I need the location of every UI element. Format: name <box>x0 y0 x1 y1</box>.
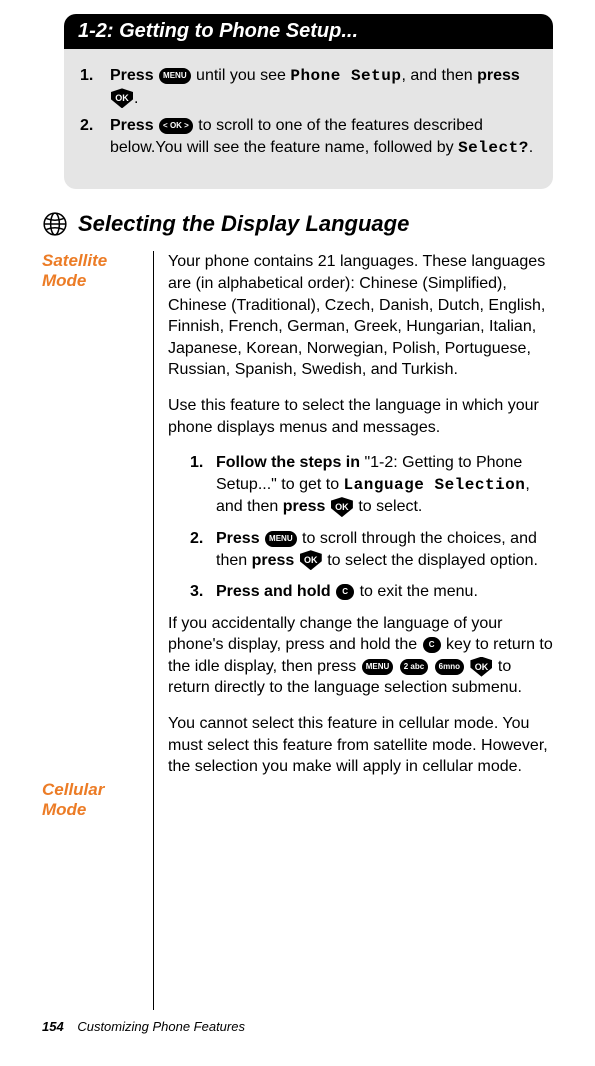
bold-text: Follow the steps in <box>216 454 360 471</box>
ok-icon: OK <box>331 497 353 517</box>
main-column: Your phone contains 21 languages. These … <box>154 251 553 1009</box>
key-2-icon: 2 abc <box>400 659 428 675</box>
text: until you see <box>192 67 291 84</box>
paragraph: Use this feature to select the language … <box>168 395 553 438</box>
section-header: 1-2: Getting to Phone Setup... <box>64 14 553 49</box>
paragraph: You cannot select this feature in cellul… <box>168 713 553 778</box>
text: . <box>529 139 533 156</box>
text: . <box>134 90 138 107</box>
lcd-text: Language Selection <box>344 476 526 494</box>
text: to exit the menu. <box>355 583 478 600</box>
lcd-text: Phone Setup <box>290 67 401 85</box>
text: to select. <box>354 498 422 515</box>
lcd-text: Select? <box>458 139 529 157</box>
press-label: press <box>477 67 520 84</box>
ok-icon: OK <box>111 88 133 108</box>
c-icon: C <box>336 584 354 600</box>
section-heading: Selecting the Display Language <box>42 211 553 237</box>
step-number: 3. <box>190 581 216 603</box>
c-icon: C <box>423 637 441 653</box>
scroll-icon: < OK > <box>159 118 193 134</box>
spacer <box>42 820 147 1010</box>
step-2: 2. Press < OK > to scroll to one of the … <box>80 115 537 159</box>
page-footer: 154 Customizing Phone Features <box>42 1019 245 1034</box>
globe-icon <box>42 211 68 237</box>
paragraph: Your phone contains 21 languages. These … <box>168 251 553 381</box>
spacer <box>42 290 147 780</box>
substep-3: 3. Press and hold C to exit the menu. <box>190 581 553 603</box>
menu-icon: MENU <box>362 659 394 675</box>
press-label: press <box>252 552 295 569</box>
step-text: Press < OK > to scroll to one of the fea… <box>110 115 537 159</box>
ok-icon: OK <box>470 657 492 677</box>
step-text: Press MENU until you see Phone Setup, an… <box>110 65 537 109</box>
press-label: Press <box>216 530 260 547</box>
step-text: Press and hold C to exit the menu. <box>216 581 553 603</box>
ok-icon: OK <box>300 550 322 570</box>
section-title: Selecting the Display Language <box>78 211 409 237</box>
section-header-title: 1-2: Getting to Phone Setup... <box>78 20 358 42</box>
page-number: 154 <box>42 1019 64 1034</box>
paragraph: If you accidentally change the language … <box>168 613 553 699</box>
press-label: press <box>283 498 326 515</box>
step-number: 1. <box>80 65 110 109</box>
step-number: 1. <box>190 452 216 518</box>
step-1: 1. Press MENU until you see Phone Setup,… <box>80 65 537 109</box>
steps-box: 1. Press MENU until you see Phone Setup,… <box>64 49 553 189</box>
substep-2: 2. Press MENU to scroll through the choi… <box>190 528 553 571</box>
step-number: 2. <box>80 115 110 159</box>
press-label: Press <box>110 67 154 84</box>
substep-1: 1. Follow the steps in "1-2: Getting to … <box>190 452 553 518</box>
cellular-mode-label: Cellular Mode <box>42 780 147 819</box>
text: , and then <box>401 67 477 84</box>
chapter-title: Customizing Phone Features <box>77 1019 245 1034</box>
menu-icon: MENU <box>159 68 191 84</box>
menu-icon: MENU <box>265 531 297 547</box>
side-column: Satellite Mode Cellular Mode <box>42 251 154 1009</box>
satellite-mode-label: Satellite Mode <box>42 251 147 290</box>
text: to select the displayed option. <box>323 552 538 569</box>
step-text: Press MENU to scroll through the choices… <box>216 528 553 571</box>
key-6-icon: 6mno <box>435 659 464 675</box>
step-number: 2. <box>190 528 216 571</box>
content-columns: Satellite Mode Cellular Mode Your phone … <box>42 251 553 1009</box>
step-text: Follow the steps in "1-2: Getting to Pho… <box>216 452 553 518</box>
press-label: Press <box>110 117 154 134</box>
bold-text: Press and hold <box>216 583 331 600</box>
